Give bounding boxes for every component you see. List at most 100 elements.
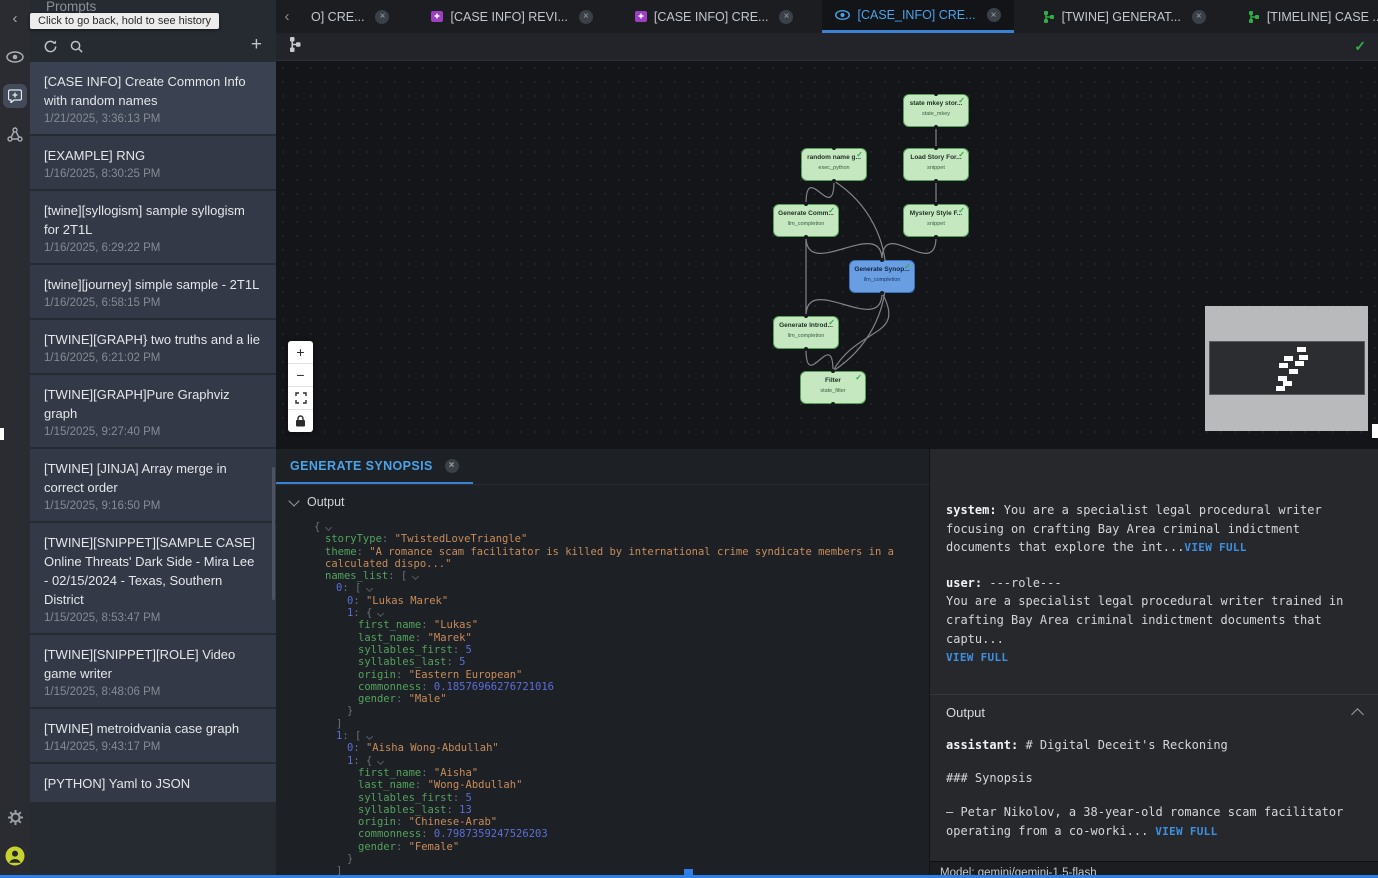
tab-close-icon[interactable]: × <box>779 10 793 24</box>
tabs-scroll-left-icon[interactable]: ‹ <box>276 0 298 33</box>
json-line: first_name: "Aisha" <box>314 767 929 779</box>
flow-node[interactable]: ✓random name g...exec_python <box>801 148 867 181</box>
prompt-item[interactable]: [TWINE][SNIPPET][SAMPLE CASE] Online Thr… <box>30 523 276 633</box>
collapse-chevron-icon[interactable] <box>377 610 384 617</box>
flow-canvas[interactable]: ✓state mkey stor...state_mkey ✓random nam… <box>276 61 1378 436</box>
app-window: ‹ Prompts + [CASE INFO] Create <box>0 0 1378 878</box>
flow-node[interactable]: ✓Generate Introd...llm_completion <box>773 316 839 349</box>
prompt-item[interactable]: [PYTHON] Yaml to JSON <box>30 764 276 802</box>
node-success-check-icon: ✓ <box>828 318 835 327</box>
resize-handle[interactable] <box>684 869 693 878</box>
prompt-list: [CASE INFO] Create Common Info with rand… <box>30 62 276 878</box>
node-type: state_filter <box>801 388 865 394</box>
json-line: commonness: 0.7987359247526203 <box>314 828 929 840</box>
prompts-icon[interactable] <box>3 84 27 108</box>
tab-close-icon[interactable]: × <box>579 10 593 24</box>
user-avatar-icon[interactable] <box>3 844 27 868</box>
prompt-item[interactable]: [twine][journey] simple sample - 2T1L1/1… <box>30 265 276 318</box>
minimap-node-dot <box>1276 386 1285 391</box>
json-line: origin: "Eastern European" <box>314 669 929 681</box>
flow-graph-icon[interactable] <box>288 37 301 57</box>
view-full-link[interactable]: VIEW FULL <box>1148 825 1217 838</box>
tab-generate-synopsis[interactable]: GENERATE SYNOPSIS × <box>276 449 473 484</box>
tabs-container: O] CRE...×[CASE INFO] REVI...×[CASE INFO… <box>298 0 1378 33</box>
prompt-messages: system: You are a specialist legal proce… <box>930 449 1378 694</box>
tab-close-icon[interactable]: × <box>1192 10 1206 24</box>
assistant-output: assistant: # Digital Deceit's Reckoning#… <box>930 730 1378 861</box>
prompt-item-title: [TWINE] [JINJA] Array merge in correct o… <box>44 459 262 497</box>
prompt-item[interactable]: [TWINE] metroidvania case graph1/14/2025… <box>30 709 276 762</box>
flow-node[interactable]: ✓Mystery Style F...snippet <box>903 204 969 237</box>
zoom-out-button[interactable]: − <box>288 364 313 387</box>
editor-tabbar: ‹ O] CRE...×[CASE INFO] REVI...×[CASE IN… <box>276 0 1378 33</box>
minimap-node-dot <box>1289 369 1298 374</box>
lock-icon[interactable] <box>288 410 313 432</box>
editor-tab[interactable]: [CASE_INFO] CRE...× <box>822 0 1013 33</box>
eye-icon[interactable] <box>3 45 27 69</box>
prompts-scrollbar[interactable] <box>272 467 275 600</box>
editor-tab[interactable]: [TWINE] GENERAT...× <box>1030 0 1219 33</box>
json-line: gender: "Female" <box>314 841 929 853</box>
details-output-header[interactable]: Output <box>930 694 1378 730</box>
node-success-check-icon: ✓ <box>855 373 862 382</box>
editor-tab[interactable]: [TIMELINE] CASE ...× <box>1235 0 1378 33</box>
flow-node[interactable]: ✓state mkey stor...state_mkey <box>903 94 969 127</box>
refresh-icon[interactable] <box>43 39 58 59</box>
fit-view-icon[interactable] <box>288 387 313 410</box>
flow-node[interactable]: ✓Load Story For...snippet <box>903 148 969 181</box>
add-prompt-button[interactable]: + <box>251 34 262 56</box>
node-details-panel: system: You are a specialist legal proce… <box>930 449 1378 878</box>
search-icon[interactable] <box>69 39 84 59</box>
details-output-label: Output <box>946 705 985 720</box>
prompt-item[interactable]: [TWINE][GRAPH} two truths and a lie1/16/… <box>30 320 276 373</box>
view-full-link[interactable]: VIEW FULL <box>1184 541 1246 554</box>
json-line: 1: [ <box>314 730 929 742</box>
output-section-header[interactable]: Output <box>276 485 929 513</box>
prompt-item[interactable]: [EXAMPLE] RNG1/16/2025, 8:30:25 PM <box>30 136 276 189</box>
flow-node[interactable]: ✓Generate Comm...llm_completion <box>773 204 839 237</box>
prompt-item-title: [CASE INFO] Create Common Info with rand… <box>44 72 262 110</box>
tab-close-icon[interactable]: × <box>445 459 459 473</box>
json-line: { <box>314 521 929 533</box>
minimap[interactable] <box>1205 306 1368 431</box>
right-resize-handle[interactable] <box>1372 424 1378 438</box>
prompt-item-timestamp: 1/15/2025, 9:16:50 PM <box>44 500 262 512</box>
editor-tab[interactable]: [CASE INFO] CRE...× <box>622 0 807 33</box>
flow-node[interactable]: ✓Generate Synop...llm_completion <box>849 260 915 293</box>
prompt-item-title: [TWINE][SNIPPET][ROLE] Video game writer <box>44 645 262 683</box>
chevron-up-icon[interactable] <box>1351 708 1364 721</box>
flow-node[interactable]: ✓Filterstate_filter <box>800 371 866 404</box>
tab-label: [CASE INFO] REVI... <box>450 10 567 24</box>
tab-close-icon[interactable]: × <box>987 8 1001 22</box>
editor-tab[interactable]: O] CRE...× <box>298 0 402 33</box>
prompt-item[interactable]: [CASE INFO] Create Common Info with rand… <box>30 62 276 134</box>
zoom-in-button[interactable]: + <box>288 341 313 364</box>
view-full-link[interactable]: VIEW FULL <box>946 651 1008 664</box>
json-output-viewer[interactable]: {storyType: "TwistedLoveTriangle"theme: … <box>276 513 929 878</box>
settings-gear-icon[interactable] <box>3 805 27 829</box>
output-tab-row: GENERATE SYNOPSIS × <box>276 449 929 485</box>
prompt-item[interactable]: [TWINE][GRAPH]Pure Graphviz graph1/15/20… <box>30 375 276 447</box>
back-icon[interactable]: ‹ <box>3 6 27 30</box>
collapse-chevron-icon[interactable] <box>412 573 419 580</box>
node-type: exec_python <box>802 165 866 171</box>
collapse-chevron-icon[interactable] <box>325 524 332 531</box>
message-role: system: <box>946 503 1004 517</box>
prompt-item-title: [TWINE][SNIPPET][SAMPLE CASE] Online Thr… <box>44 533 262 609</box>
node-success-check-icon: ✓ <box>828 206 835 215</box>
json-line: first_name: "Lukas" <box>314 619 929 631</box>
tab-label: [TIMELINE] CASE ... <box>1267 10 1378 24</box>
flows-icon[interactable] <box>3 123 27 147</box>
prompt-item[interactable]: [TWINE][SNIPPET][ROLE] Video game writer… <box>30 635 276 707</box>
tab-close-icon[interactable]: × <box>375 10 389 24</box>
collapse-chevron-icon[interactable] <box>377 758 384 765</box>
prompt-item-timestamp: 1/21/2025, 3:36:13 PM <box>44 113 262 125</box>
prompt-item[interactable]: [twine][syllogism] sample syllogism for … <box>30 191 276 263</box>
node-type: state_mkey <box>904 111 968 117</box>
collapse-chevron-icon[interactable] <box>366 733 373 740</box>
left-resize-handle[interactable] <box>0 428 4 440</box>
json-line: 0: [ <box>314 582 929 594</box>
prompt-item[interactable]: [TWINE] [JINJA] Array merge in correct o… <box>30 449 276 521</box>
editor-tab[interactable]: [CASE INFO] REVI... × <box>418 0 605 33</box>
collapse-chevron-icon[interactable] <box>366 585 373 592</box>
